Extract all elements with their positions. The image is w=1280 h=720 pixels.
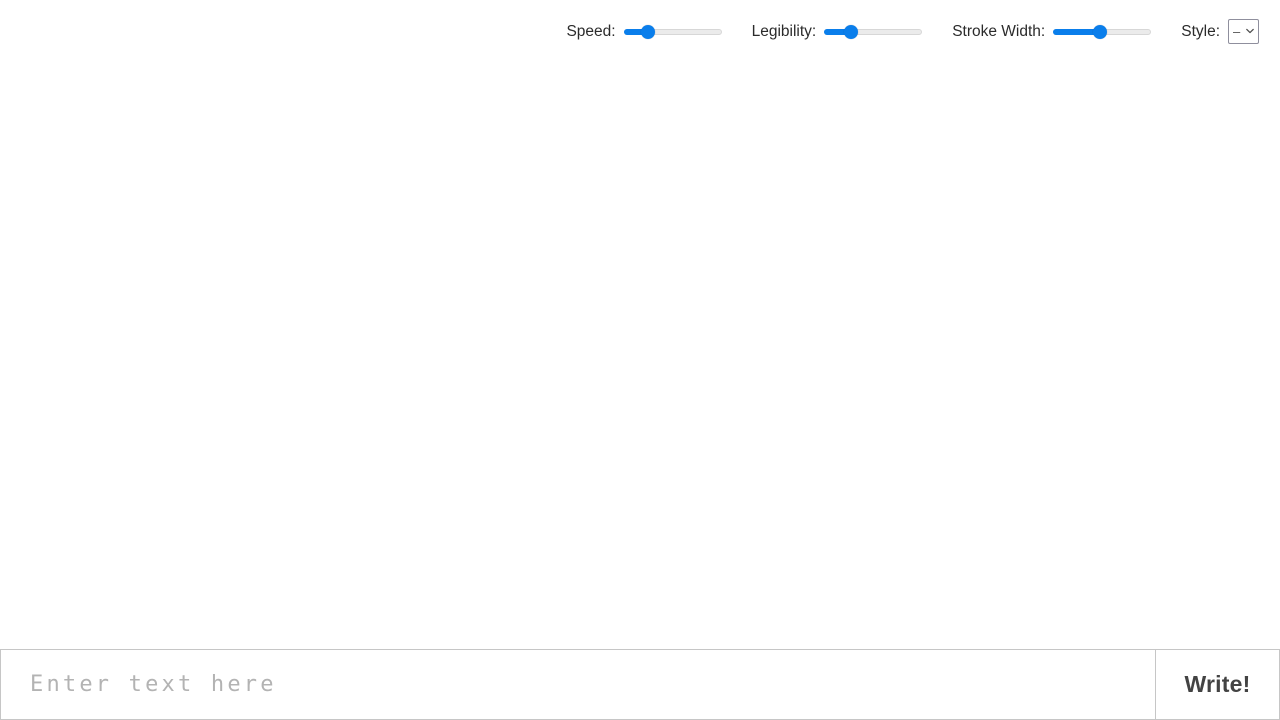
legibility-label: Legibility: xyxy=(751,22,817,40)
write-button[interactable]: Write! xyxy=(1155,649,1280,720)
stroke-width-slider-thumb[interactable] xyxy=(1093,24,1108,39)
legibility-slider[interactable] xyxy=(824,23,923,41)
speed-slider-thumb[interactable] xyxy=(641,24,656,39)
control-group-style: Style: – xyxy=(1181,19,1259,44)
style-label: Style: xyxy=(1181,22,1220,40)
chevron-down-icon xyxy=(1246,27,1254,35)
style-select[interactable]: – xyxy=(1228,19,1259,44)
style-select-value: – xyxy=(1233,24,1241,39)
toolbar: Speed: Legibility: Stroke Width: Style: … xyxy=(0,0,1280,63)
control-group-stroke-width: Stroke Width: xyxy=(952,22,1152,41)
legibility-slider-thumb[interactable] xyxy=(843,24,858,39)
handwriting-canvas[interactable] xyxy=(0,63,1280,649)
stroke-width-label: Stroke Width: xyxy=(952,22,1046,40)
bottom-bar: Write! xyxy=(0,649,1280,720)
app-root: Speed: Legibility: Stroke Width: Style: … xyxy=(0,0,1280,720)
stroke-width-slider[interactable] xyxy=(1053,23,1152,41)
speed-label: Speed: xyxy=(566,22,616,40)
speed-slider[interactable] xyxy=(623,23,722,41)
control-group-legibility: Legibility: xyxy=(752,23,923,41)
control-group-speed: Speed: xyxy=(566,22,722,41)
text-input[interactable] xyxy=(0,649,1155,720)
